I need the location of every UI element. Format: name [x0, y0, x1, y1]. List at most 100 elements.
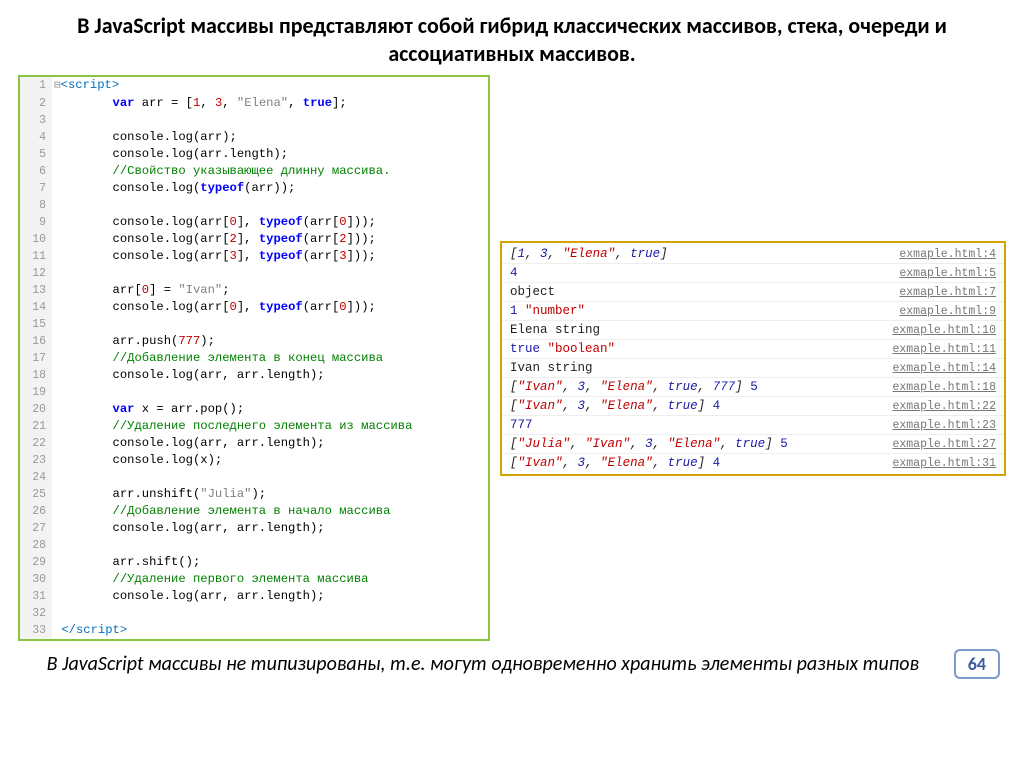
console-source-link[interactable]: exmaple.html:31: [892, 457, 996, 470]
code-line: 5 console.log(arr.length);: [20, 146, 488, 163]
code-source: console.log(arr, arr.length);: [52, 367, 488, 384]
code-source: ⊟<script>: [52, 77, 488, 95]
line-number: 7: [20, 180, 52, 197]
code-line: 14 console.log(arr[0], typeof(arr[0]));: [20, 299, 488, 316]
code-source: console.log(arr, arr.length);: [52, 588, 488, 605]
line-number: 24: [20, 469, 52, 486]
line-number: 26: [20, 503, 52, 520]
code-line: 26 //Добавление элемента в начало массив…: [20, 503, 488, 520]
code-source: //Добавление элемента в начало массива: [52, 503, 488, 520]
line-number: 33: [20, 622, 52, 639]
code-line: 2 var arr = [1, 3, "Elena", true];: [20, 95, 488, 112]
line-number: 12: [20, 265, 52, 282]
line-number: 6: [20, 163, 52, 180]
code-source: </script>: [52, 622, 488, 639]
console-value: object: [510, 285, 555, 299]
code-line: 12: [20, 265, 488, 282]
console-source-link[interactable]: exmaple.html:4: [899, 248, 996, 261]
line-number: 27: [20, 520, 52, 537]
code-source: console.log(arr[0], typeof(arr[0]));: [52, 214, 488, 231]
line-number: 22: [20, 435, 52, 452]
code-source: [52, 265, 488, 282]
line-number: 15: [20, 316, 52, 333]
code-source: console.log(arr[3], typeof(arr[3]));: [52, 248, 488, 265]
code-line: 7 console.log(typeof(arr));: [20, 180, 488, 197]
code-line: 33 </script>: [20, 622, 488, 639]
console-value: ["Ivan", 3, "Elena", true] 4: [510, 399, 720, 413]
code-line: 27 console.log(arr, arr.length);: [20, 520, 488, 537]
code-source: arr.unshift("Julia");: [52, 486, 488, 503]
console-source-link[interactable]: exmaple.html:7: [899, 286, 996, 299]
code-line: 24: [20, 469, 488, 486]
slide-number: 64: [954, 649, 1000, 679]
line-number: 13: [20, 282, 52, 299]
console-source-link[interactable]: exmaple.html:10: [892, 324, 996, 337]
console-source-link[interactable]: exmaple.html:14: [892, 362, 996, 375]
console-value: Ivan string: [510, 361, 593, 375]
line-number: 11: [20, 248, 52, 265]
code-line: 20 var x = arr.pop();: [20, 401, 488, 418]
console-value: [1, 3, "Elena", true]: [510, 247, 668, 261]
line-number: 31: [20, 588, 52, 605]
line-number: 19: [20, 384, 52, 401]
code-source: console.log(arr[2], typeof(arr[2]));: [52, 231, 488, 248]
code-source: [52, 537, 488, 554]
code-source: console.log(arr, arr.length);: [52, 435, 488, 452]
console-value: Elena string: [510, 323, 600, 337]
code-line: 19: [20, 384, 488, 401]
console-row: 4exmaple.html:5: [502, 264, 1004, 283]
console-row: ["Julia", "Ivan", 3, "Elena", true] 5exm…: [502, 435, 1004, 454]
code-line: 11 console.log(arr[3], typeof(arr[3]));: [20, 248, 488, 265]
console-source-link[interactable]: exmaple.html:5: [899, 267, 996, 280]
code-source: //Удаление первого элемента массива: [52, 571, 488, 588]
code-source: console.log(arr.length);: [52, 146, 488, 163]
code-line: 18 console.log(arr, arr.length);: [20, 367, 488, 384]
code-source: console.log(typeof(arr));: [52, 180, 488, 197]
console-source-link[interactable]: exmaple.html:9: [899, 305, 996, 318]
code-source: console.log(arr[0], typeof(arr[0]));: [52, 299, 488, 316]
console-source-link[interactable]: exmaple.html:23: [892, 419, 996, 432]
code-line: 23 console.log(x);: [20, 452, 488, 469]
code-source: //Свойство указывающее длинну массива.: [52, 163, 488, 180]
line-number: 10: [20, 231, 52, 248]
code-line: 16 arr.push(777);: [20, 333, 488, 350]
line-number: 25: [20, 486, 52, 503]
console-row: ["Ivan", 3, "Elena", true] 4 exmaple.html…: [502, 454, 1004, 472]
console-value: 1 "number": [510, 304, 585, 318]
console-value: true "boolean": [510, 342, 615, 356]
code-source: console.log(arr, arr.length);: [52, 520, 488, 537]
console-row: ["Ivan", 3, "Elena", true] 4 exmaple.html…: [502, 397, 1004, 416]
code-source: [52, 469, 488, 486]
line-number: 14: [20, 299, 52, 316]
console-value: 777: [510, 418, 533, 432]
code-source: [52, 384, 488, 401]
code-source: //Добавление элемента в конец массива: [52, 350, 488, 367]
code-source: [52, 197, 488, 214]
console-source-link[interactable]: exmaple.html:18: [892, 381, 996, 394]
code-line: 30 //Удаление первого элемента массива: [20, 571, 488, 588]
code-source: [52, 112, 488, 129]
console-value: ["Ivan", 3, "Elena", true] 4: [510, 456, 720, 470]
console-value: ["Ivan", 3, "Elena", true, 777] 5: [510, 380, 758, 394]
code-source: //Удаление последнего элемента из массив…: [52, 418, 488, 435]
code-source: [52, 316, 488, 333]
line-number: 28: [20, 537, 52, 554]
line-number: 21: [20, 418, 52, 435]
code-source: var arr = [1, 3, "Elena", true];: [52, 95, 488, 112]
code-line: 10 console.log(arr[2], typeof(arr[2]));: [20, 231, 488, 248]
code-line: 8: [20, 197, 488, 214]
code-panel: 1⊟<script>2 var arr = [1, 3, "Elena", tr…: [18, 75, 490, 641]
code-line: 6 //Свойство указывающее длинну массива.: [20, 163, 488, 180]
console-source-link[interactable]: exmaple.html:11: [892, 343, 996, 356]
footer-text: В JavaScript массивы не типизированы, т.…: [24, 652, 942, 676]
code-line: 15: [20, 316, 488, 333]
code-line: 22 console.log(arr, arr.length);: [20, 435, 488, 452]
console-source-link[interactable]: exmaple.html:22: [892, 400, 996, 413]
code-source: [52, 605, 488, 622]
console-source-link[interactable]: exmaple.html:27: [892, 438, 996, 451]
line-number: 9: [20, 214, 52, 231]
code-line: 32: [20, 605, 488, 622]
line-number: 2: [20, 95, 52, 112]
code-line: 9 console.log(arr[0], typeof(arr[0]));: [20, 214, 488, 231]
code-line: 21 //Удаление последнего элемента из мас…: [20, 418, 488, 435]
